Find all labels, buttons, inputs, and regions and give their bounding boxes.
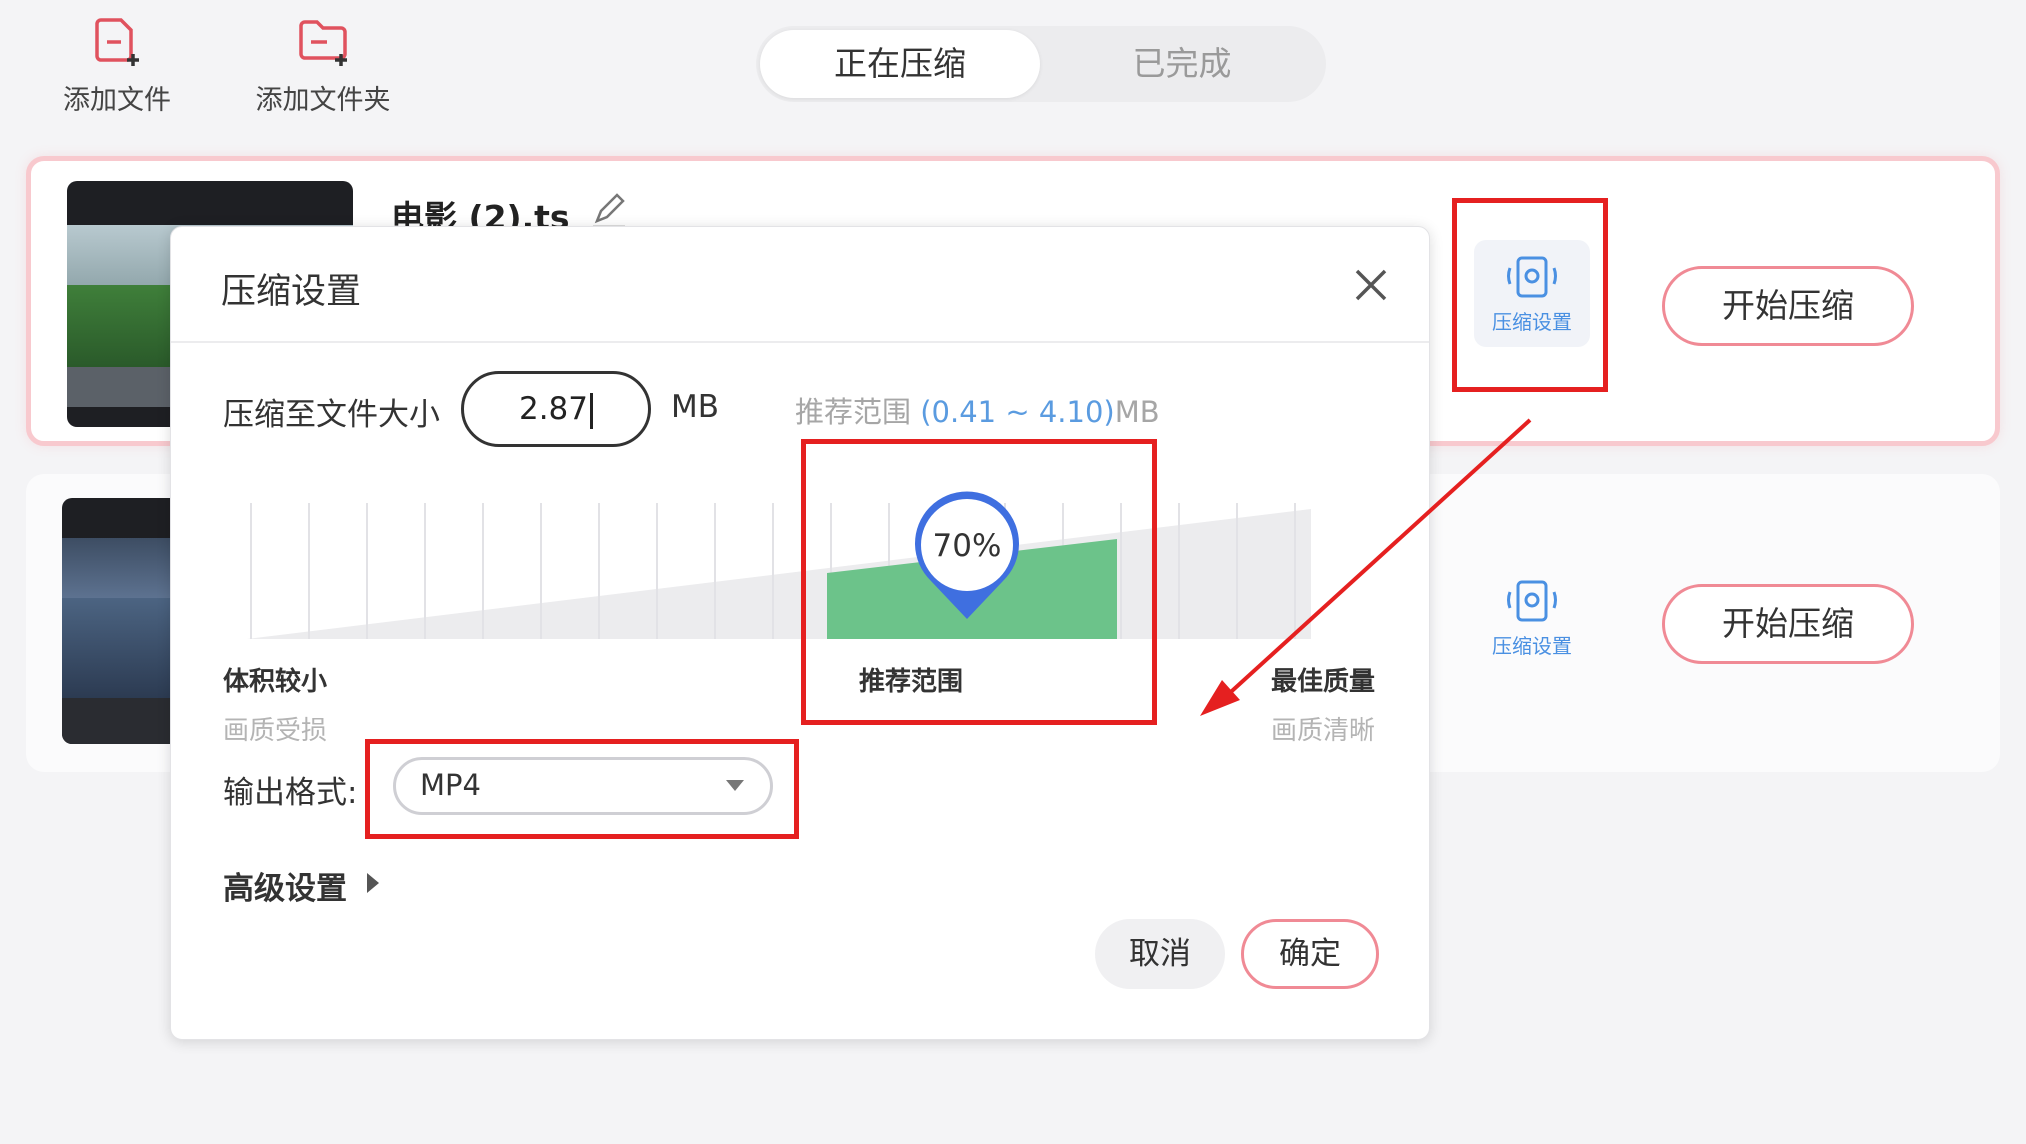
target-size-input[interactable]: 2.87 bbox=[461, 371, 651, 447]
slider-right-sub: 画质清晰 bbox=[1271, 716, 1376, 746]
compress-settings-button[interactable]: 压缩设置 bbox=[1474, 572, 1590, 665]
add-file-label: 添加文件 bbox=[63, 85, 171, 116]
slider-label-small: 体积较小 画质受损 bbox=[223, 661, 327, 747]
dialog-title: 压缩设置 bbox=[221, 272, 362, 312]
ok-button[interactable]: 确定 bbox=[1241, 919, 1379, 989]
slider-left-sub: 画质受损 bbox=[223, 716, 328, 746]
slider-left-title: 体积较小 bbox=[223, 667, 328, 697]
compressor-app: 添加文件 添加文件夹 正在压缩 已完成 电影 (2).ts 压缩设置 开始压缩 … bbox=[0, 0, 2026, 1144]
advanced-settings-toggle[interactable]: 高级设置 bbox=[223, 863, 347, 908]
recommend-unit: MB bbox=[1114, 395, 1160, 429]
recommend-prefix: 推荐范围 bbox=[795, 395, 921, 429]
target-size-value: 2.87 bbox=[518, 391, 589, 427]
compress-settings-dialog: 压缩设置 压缩至文件大小 2.87 MB 推荐范围 (0.41 ~ 4.10)M… bbox=[170, 226, 1430, 1040]
caret-right-icon[interactable] bbox=[367, 873, 379, 893]
size-unit: MB bbox=[671, 389, 720, 425]
target-size-label: 压缩至文件大小 bbox=[223, 397, 440, 433]
compress-settings-label: 压缩设置 bbox=[1492, 634, 1572, 658]
status-tabs: 正在压缩 已完成 bbox=[756, 26, 1326, 102]
highlight-box bbox=[801, 439, 1157, 725]
compress-settings-icon bbox=[1507, 580, 1557, 622]
recommend-range-text: 推荐范围 (0.41 ~ 4.10)MB bbox=[795, 389, 1160, 431]
add-folder-label: 添加文件夹 bbox=[255, 85, 391, 116]
add-file-button[interactable]: 添加文件 bbox=[32, 14, 202, 117]
highlight-box bbox=[1452, 198, 1608, 392]
folder-plus-icon bbox=[299, 20, 347, 66]
pencil-icon[interactable] bbox=[589, 191, 629, 231]
add-folder-button[interactable]: 添加文件夹 bbox=[238, 14, 408, 117]
output-format-label: 输出格式: bbox=[223, 775, 358, 811]
tab-compressing[interactable]: 正在压缩 bbox=[760, 30, 1040, 98]
highlight-box bbox=[365, 739, 799, 839]
start-compress-button[interactable]: 开始压缩 bbox=[1662, 584, 1914, 664]
cancel-button[interactable]: 取消 bbox=[1095, 919, 1225, 989]
file-plus-icon bbox=[95, 18, 139, 66]
recommend-range-value: (0.41 ~ 4.10) bbox=[920, 395, 1115, 429]
dialog-divider bbox=[171, 341, 1429, 343]
slider-right-title: 最佳质量 bbox=[1271, 667, 1376, 697]
start-compress-button[interactable]: 开始压缩 bbox=[1662, 266, 1914, 346]
close-icon[interactable] bbox=[1351, 265, 1391, 305]
slider-label-best: 最佳质量 画质清晰 bbox=[1271, 661, 1451, 747]
tab-done[interactable]: 已完成 bbox=[1042, 30, 1322, 98]
text-caret bbox=[590, 392, 594, 429]
